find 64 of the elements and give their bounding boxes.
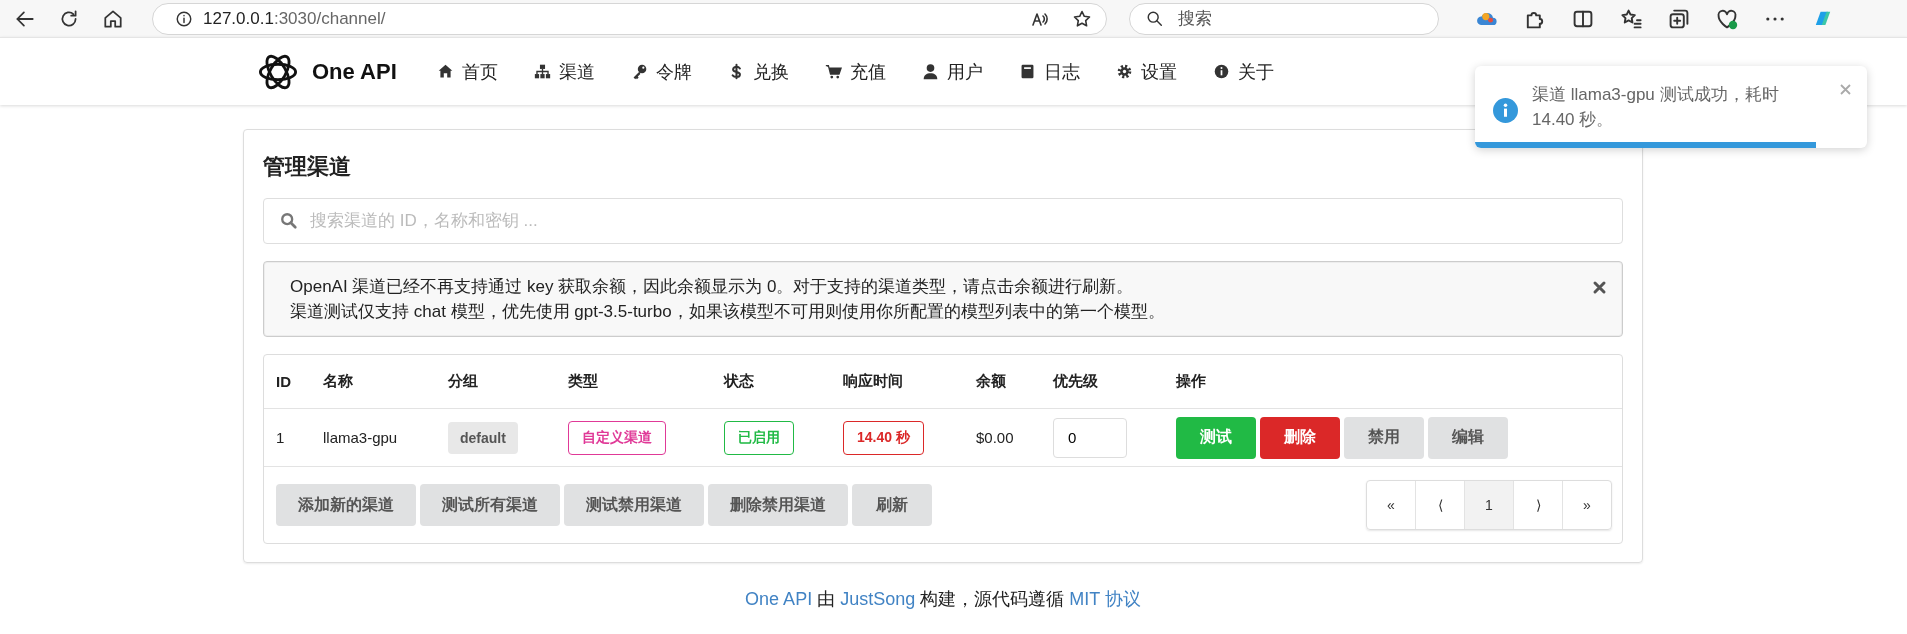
- address-bar[interactable]: 127.0.0.1:3030/channel/: [152, 2, 1107, 35]
- search-icon: [1146, 9, 1164, 28]
- footer-text: 由: [816, 589, 837, 609]
- footer-link[interactable]: One API: [745, 589, 813, 609]
- search-icon: [280, 212, 298, 230]
- nav-link[interactable]: 令牌: [612, 59, 710, 84]
- response-time-tag[interactable]: 14.40 秒: [843, 420, 924, 455]
- priority-field[interactable]: 0: [1053, 417, 1127, 458]
- footer-text: 构建，源代码遵循: [919, 589, 1066, 609]
- nav-link[interactable]: 用户: [903, 59, 1001, 84]
- message-text: OpenAI 渠道已经不再支持通过 key 获取余额，因此余额显示为 0。对于支持的渠道类型，请点击余额进行刷新。: [290, 276, 1135, 298]
- nav-link[interactable]: 日志: [1000, 59, 1098, 84]
- cart-icon: [824, 63, 842, 80]
- column-header: 类型: [568, 372, 599, 391]
- page-link[interactable]: »: [1562, 481, 1611, 529]
- star-icon[interactable]: [1072, 8, 1092, 29]
- column-header: 状态: [724, 372, 755, 391]
- settings-icon: [1115, 63, 1133, 80]
- home-icon: [436, 63, 454, 80]
- nav-link[interactable]: 充值: [806, 59, 904, 84]
- column-header: 分组: [448, 372, 479, 391]
- page-link[interactable]: ⟩: [1513, 481, 1562, 529]
- action-button[interactable]: 删除: [1260, 416, 1340, 459]
- info-icon: [175, 9, 193, 28]
- page-link[interactable]: 1: [1464, 481, 1513, 529]
- column-header: 响应时间: [843, 372, 904, 391]
- info-icon: [1493, 98, 1518, 123]
- table-cell: $0.00: [976, 429, 1014, 446]
- nav-link[interactable]: 渠道: [515, 59, 613, 84]
- toolbar-button[interactable]: 测试所有渠道: [420, 484, 560, 526]
- message-text: 渠道测试仅支持 chat 模型，优先使用 gpt-3.5-turbo，如果该模型不可用则使用你所配置的模型列表中的第一个模型。: [290, 301, 1165, 323]
- column-header: 优先级: [1053, 372, 1099, 391]
- browser-search-field[interactable]: 搜索: [1129, 2, 1439, 35]
- table-cell: llama3-gpu: [323, 429, 398, 446]
- toolbar-button[interactable]: 删除禁用渠道: [708, 484, 848, 526]
- footer-link[interactable]: JustSong: [840, 589, 916, 609]
- toolbar-button[interactable]: 添加新的渠道: [276, 484, 416, 526]
- search-field[interactable]: 搜索渠道的 ID，名称和密钥 ...: [263, 198, 1623, 244]
- close-icon[interactable]: [1592, 280, 1607, 295]
- nav-link[interactable]: 设置: [1097, 59, 1195, 84]
- page-link[interactable]: «: [1367, 481, 1415, 529]
- toolbar-button[interactable]: 测试禁用渠道: [564, 484, 704, 526]
- url-text: 127.0.0.1:3030/channel/: [203, 8, 387, 29]
- brand-name[interactable]: One API: [312, 58, 397, 85]
- sitemap-icon: [533, 63, 551, 80]
- user-icon: [921, 63, 939, 80]
- table-cell: 1: [276, 429, 285, 446]
- toolbar-button[interactable]: 刷新: [852, 484, 932, 526]
- toast-message: 渠道 llama3-gpu 测试成功，耗时 14.40 秒。: [1532, 84, 1780, 131]
- footer-link[interactable]: MIT 协议: [1069, 589, 1141, 609]
- nav-link[interactable]: 首页: [418, 59, 516, 84]
- column-header: 名称: [323, 372, 354, 391]
- info-circle-icon: [1212, 63, 1230, 80]
- status-tag: 已启用: [724, 420, 794, 455]
- column-header: ID: [276, 373, 292, 390]
- group-tag: default: [448, 421, 518, 454]
- page-title: 管理渠道: [263, 153, 352, 181]
- nav-link[interactable]: 兑换: [709, 59, 807, 84]
- type-tag: 自定义渠道: [568, 420, 666, 455]
- action-button[interactable]: 编辑: [1428, 416, 1508, 459]
- action-button[interactable]: 禁用: [1344, 416, 1424, 459]
- column-header: 余额: [976, 372, 1007, 391]
- column-header: 操作: [1176, 372, 1207, 391]
- nav-link[interactable]: 关于: [1194, 59, 1292, 84]
